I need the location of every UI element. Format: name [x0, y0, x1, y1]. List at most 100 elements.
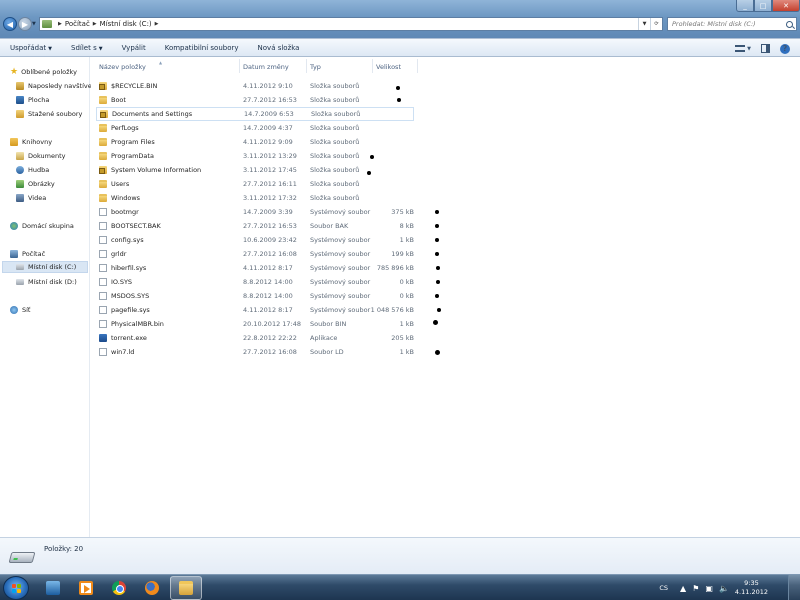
table-row[interactable]: $RECYCLE.BIN 4.11.2012 9:10 Složka souborů [96, 79, 414, 93]
table-row[interactable]: System Volume Information 3.11.2012 17:45… [96, 163, 414, 177]
table-row[interactable]: ProgramData 3.11.2012 13:29 Složka souborů [96, 149, 414, 163]
nav-network[interactable]: Síť [10, 304, 30, 316]
search-icon[interactable] [786, 20, 793, 28]
file-type: Soubor LD [310, 348, 344, 356]
table-row[interactable]: BOOTSECT.BAK 27.7.2012 16:53 Soubor BAK 8 k… [96, 219, 414, 233]
taskbar-media-player[interactable] [70, 576, 102, 600]
nav-videos[interactable]: Videa [16, 192, 46, 204]
address-dropdown-icon[interactable]: ▼ [638, 18, 650, 30]
folder-icon [99, 180, 107, 188]
taskbar-media-center[interactable] [37, 576, 69, 600]
table-row[interactable]: win7.ld 27.7.2012 16:08 Soubor LD 1 kB [96, 345, 414, 359]
table-row[interactable]: MSDOS.SYS 8.8.2012 14:00 Systémový soubor 0… [96, 289, 414, 303]
burn-button[interactable]: Vypálit [112, 44, 155, 52]
folder-icon [99, 152, 107, 160]
preview-pane-icon[interactable] [761, 44, 770, 53]
tray-expand-icon[interactable]: ▲ [680, 584, 686, 593]
chevron-right-icon[interactable]: ▶ [93, 21, 97, 27]
nav-label: Videa [28, 194, 47, 202]
taskbar-firefox[interactable] [136, 576, 168, 600]
nav-homegroup[interactable]: Domácí skupina [10, 220, 74, 232]
lock-folder-icon [99, 166, 107, 174]
table-row[interactable]: grldr 27.7.2012 16:08 Systémový soubor 199 … [96, 247, 414, 261]
forward-button[interactable]: ▶ [18, 17, 32, 31]
start-button[interactable] [3, 576, 29, 600]
new-folder-button[interactable]: Nová složka [248, 44, 309, 52]
breadcrumb-drive-c[interactable]: Místní disk (C:) [100, 20, 152, 28]
nav-downloads[interactable]: Stažené soubory [16, 108, 82, 120]
view-options-icon[interactable] [735, 45, 746, 52]
share-menu[interactable]: Sdílet s ▼ [61, 44, 112, 52]
marker-dot [396, 86, 400, 90]
table-row[interactable]: PerfLogs 14.7.2009 4:37 Složka souborů [96, 121, 414, 135]
recent-pages-dropdown[interactable]: ▼ [32, 21, 36, 27]
search-input[interactable] [672, 20, 782, 28]
music-icon [16, 166, 24, 174]
search-box[interactable] [667, 17, 797, 31]
nav-favorites[interactable]: ★ Oblíbené položky [10, 66, 77, 78]
taskbar-chrome[interactable] [103, 576, 135, 600]
close-button[interactable]: ✕ [772, 0, 800, 12]
nav-pictures[interactable]: Obrázky [16, 178, 55, 190]
refresh-icon[interactable]: ⟳ [650, 18, 662, 30]
nav-computer[interactable]: Počítač [10, 248, 45, 260]
table-row[interactable]: Documents and Settings 14.7.2009 6:53 Slož… [96, 107, 414, 121]
nav-libraries[interactable]: Knihovny [10, 136, 52, 148]
maximize-button[interactable]: □ [754, 0, 772, 12]
lock-folder-icon [99, 82, 107, 90]
chevron-right-icon[interactable]: ▶ [155, 21, 159, 27]
column-header-date[interactable]: Datum změny [243, 61, 289, 73]
nav-drive-c[interactable]: Místní disk (C:) [2, 261, 88, 273]
file-name: Users [111, 180, 130, 188]
column-header-size[interactable]: Velikost [376, 61, 401, 73]
file-icon [99, 348, 107, 356]
volume-icon[interactable]: 🔈 [719, 584, 729, 593]
organize-menu[interactable]: Uspořádat ▼ [0, 44, 61, 52]
network-tray-icon[interactable]: ▣ [705, 584, 713, 593]
column-divider[interactable] [239, 59, 240, 73]
table-row[interactable]: bootmgr 14.7.2009 3:39 Systémový soubor 375… [96, 205, 414, 219]
back-button[interactable]: ◀ [3, 17, 17, 31]
taskbar-explorer[interactable] [170, 576, 202, 600]
table-row[interactable]: Boot 27.7.2012 16:53 Složka souborů [96, 93, 414, 107]
table-row[interactable]: torrent.exe 22.8.2012 22:22 Aplikace 205 kB [96, 331, 414, 345]
chevron-right-icon[interactable]: ▶ [58, 21, 62, 27]
table-row[interactable]: Program Files 4.11.2012 9:09 Složka soubor… [96, 135, 414, 149]
nav-label: Plocha [28, 96, 50, 104]
table-row[interactable]: IO.SYS 8.8.2012 14:00 Systémový soubor 0 kB [96, 275, 414, 289]
column-divider[interactable] [372, 59, 373, 73]
column-divider[interactable] [306, 59, 307, 73]
show-desktop-button[interactable] [788, 575, 800, 600]
table-row[interactable]: Windows 3.11.2012 17:32 Složka souborů [96, 191, 414, 205]
nav-recent-places[interactable]: Naposledy navštívené [16, 80, 100, 92]
file-date: 20.10.2012 17:48 [243, 320, 302, 328]
table-row[interactable]: hiberfil.sys 4.11.2012 8:17 Systémový soub… [96, 261, 414, 275]
table-row[interactable]: config.sys 10.6.2009 23:42 Systémový soubo… [96, 233, 414, 247]
nav-documents[interactable]: Dokumenty [16, 150, 66, 162]
table-row[interactable]: pagefile.sys 4.11.2012 8:17 Systémový soub… [96, 303, 414, 317]
chevron-down-icon[interactable]: ▼ [747, 46, 751, 52]
table-row[interactable]: PhysicalMBR.bin 20.10.2012 17:48 Soubor BI… [96, 317, 414, 331]
help-icon[interactable]: ? [780, 43, 790, 54]
action-center-flag-icon[interactable]: ⚑ [692, 584, 699, 593]
folder-icon [99, 96, 107, 104]
compatibility-files-button[interactable]: Kompatibilní soubory [155, 44, 248, 52]
address-box[interactable]: ▶ Počítač ▶ Místní disk (C:) ▶ ▼ ⟳ [39, 17, 663, 31]
column-header-name[interactable]: ▲ Název položky [99, 60, 162, 73]
language-indicator[interactable]: CS [659, 584, 668, 592]
table-row[interactable]: Users 27.7.2012 16:11 Složka souborů [96, 177, 414, 191]
nav-drive-d[interactable]: Místní disk (D:) [16, 276, 77, 288]
computer-icon [10, 250, 18, 258]
column-header-type[interactable]: Typ [310, 61, 321, 73]
clock[interactable]: 9:35 4.11.2012 [735, 579, 768, 597]
nav-music[interactable]: Hudba [16, 164, 49, 176]
nav-desktop[interactable]: Plocha [16, 94, 49, 106]
minimize-button[interactable]: _ [736, 0, 754, 12]
file-size: 1 048 576 kB [370, 306, 414, 314]
file-date: 27.7.2012 16:53 [243, 222, 297, 230]
file-date: 14.7.2009 4:37 [243, 124, 293, 132]
marker-dot [435, 252, 439, 256]
column-divider[interactable] [417, 59, 418, 73]
breadcrumb-computer[interactable]: Počítač [65, 20, 90, 28]
windows-logo-icon [12, 584, 22, 594]
